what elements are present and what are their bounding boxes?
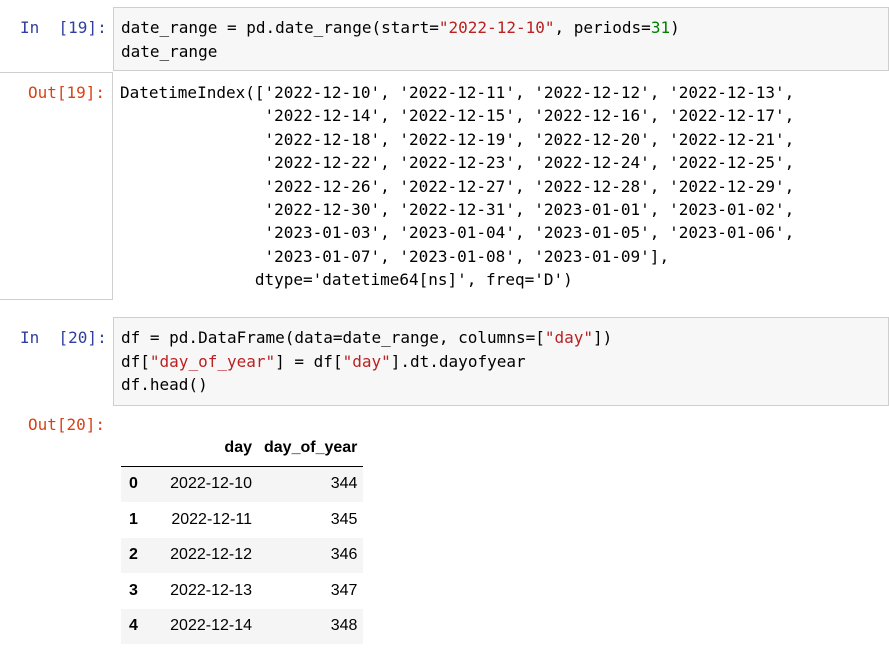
output-line: '2022-12-30', '2022-12-31', '2023-01-01'… (120, 199, 795, 219)
column-header-index (121, 430, 151, 467)
output-line: DatetimeIndex(['2022-12-10', '2022-12-11… (120, 83, 795, 102)
output-line: '2022-12-18', '2022-12-19', '2022-12-20'… (120, 129, 795, 149)
code-line: df = pd.DataFrame(data=date_range, colum… (121, 328, 613, 347)
table-row: 3 2022-12-13 347 (121, 573, 363, 609)
input-prompt-19: In [19]: (20, 18, 107, 37)
cell-day: 2022-12-10 (170, 475, 252, 493)
table-row: 0 2022-12-10 344 (121, 466, 364, 502)
output-line: '2023-01-07', '2023-01-08', '2023-01-09'… (120, 246, 670, 266)
output-prompt-20: Out[20]: (28, 415, 106, 434)
code-cell-20[interactable]: df = pd.DataFrame(data=date_range, colum… (113, 317, 889, 406)
cell-day-of-year: 347 (330, 581, 358, 599)
output-line: '2023-01-03', '2023-01-04', '2023-01-05'… (120, 223, 795, 243)
table-row: 4 2022-12-14 348 (121, 608, 364, 644)
output-area-19 (0, 72, 113, 300)
row-index: 1 (129, 510, 138, 528)
cell-day: 2022-12-14 (170, 617, 252, 635)
output-text-19: DatetimeIndex(['2022-12-10', '2022-12-11… (113, 72, 794, 292)
cell-day: 2022-12-13 (170, 581, 252, 599)
cell-day-of-year: 346 (330, 546, 358, 564)
column-header-day-of-year: day_of_year (258, 430, 364, 467)
code-line: date_range (121, 41, 218, 61)
cell-day: 2022-12-11 (171, 510, 252, 528)
row-index: 0 (129, 475, 138, 493)
code-line: df["day_of_year"] = df["day"].dt.dayofye… (121, 351, 526, 371)
column-header-day: day (151, 430, 258, 467)
row-index: 4 (129, 617, 138, 635)
row-index: 2 (129, 546, 138, 564)
output-line: '2022-12-26', '2022-12-27', '2022-12-28'… (120, 176, 795, 196)
cell-day-of-year: 348 (330, 617, 358, 635)
code-line: df.head() (121, 375, 208, 394)
output-line: '2022-12-14', '2022-12-15', '2022-12-16'… (120, 106, 795, 126)
table-row: 2 2022-12-12 346 (121, 537, 364, 573)
code-line: date_range = pd.date_range(start="2022-1… (121, 18, 680, 37)
cell-day-of-year: 345 (330, 510, 358, 528)
input-prompt-20: In [20]: (20, 328, 107, 347)
cell-day: 2022-12-12 (170, 546, 252, 564)
output-line: dtype='datetime64[ns]', freq='D') (120, 270, 573, 290)
row-index: 3 (129, 581, 138, 599)
table-row: 1 2022-12-11 345 (121, 502, 363, 538)
code-cell-19[interactable]: date_range = pd.date_range(start="2022-1… (113, 7, 889, 71)
output-line: '2022-12-22', '2022-12-23', '2022-12-24'… (120, 153, 795, 173)
dataframe-table: day day_of_year 0 2022-12-10 344 1 2022-… (121, 430, 364, 644)
cell-day-of-year: 344 (330, 475, 358, 493)
table-header-row: day day_of_year (121, 430, 364, 467)
